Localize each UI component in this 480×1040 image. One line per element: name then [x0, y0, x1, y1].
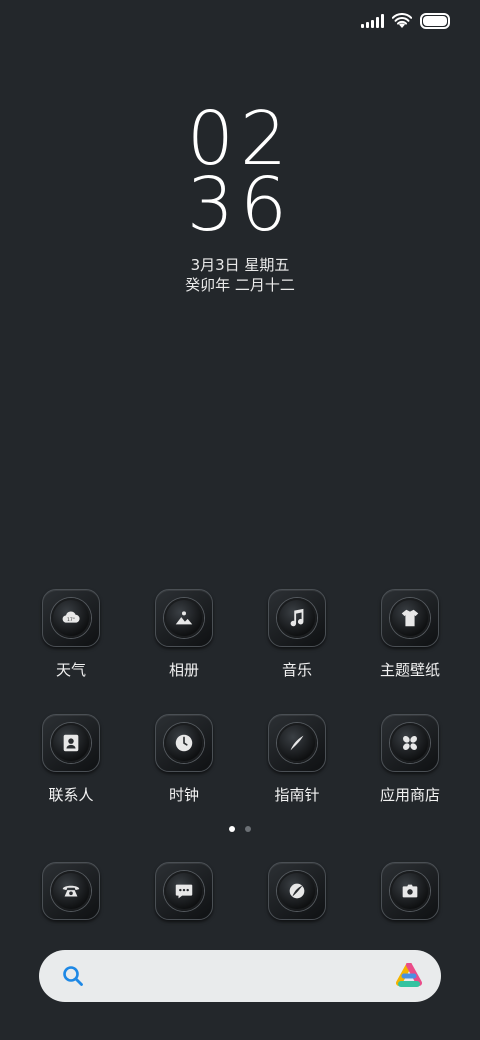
signal-icon — [361, 14, 384, 28]
page-indicator[interactable] — [0, 826, 480, 832]
app-label: 联系人 — [48, 786, 94, 804]
dock-messages[interactable] — [139, 862, 229, 920]
clock-widget[interactable]: 02 36 — [0, 102, 480, 248]
app-store-icon — [403, 736, 417, 750]
app-contacts[interactable]: 联系人 — [26, 714, 116, 805]
dock-browser[interactable] — [252, 862, 342, 920]
app-label: 音乐 — [281, 661, 312, 679]
app-label: 指南针 — [274, 786, 320, 804]
app-weather[interactable]: 17° 天气 — [26, 589, 116, 680]
app-label: 相册 — [168, 661, 199, 679]
app-label: 天气 — [55, 661, 86, 679]
dock-phone[interactable] — [26, 862, 116, 920]
camera-icon — [402, 884, 418, 898]
wifi-icon — [392, 13, 412, 28]
messages-icon — [175, 884, 193, 899]
browser-icon — [289, 883, 305, 899]
search-icon — [63, 966, 83, 986]
compass-icon — [290, 735, 304, 751]
weather-icon: 17° — [62, 611, 80, 623]
gallery-icon — [175, 611, 193, 625]
app-label: 主题壁纸 — [379, 661, 440, 679]
home-screen: 02 36 3月3日 星期五 癸卯年 二月十二 17° 天气 相册 音乐 主题壁… — [0, 0, 480, 1040]
date-lunar: 癸卯年 二月十二 — [185, 276, 295, 294]
page-dot — [245, 826, 251, 832]
page-dot-active — [229, 826, 235, 832]
status-bar — [361, 10, 450, 32]
search-bar[interactable] — [39, 950, 441, 1002]
app-themes[interactable]: 主题壁纸 — [365, 589, 455, 680]
app-music[interactable]: 音乐 — [252, 589, 342, 680]
app-clock[interactable]: 时钟 — [139, 714, 229, 805]
dock-camera[interactable] — [365, 862, 455, 920]
app-compass[interactable]: 指南针 — [252, 714, 342, 805]
battery-icon — [420, 13, 450, 29]
clock-minutes: 36 — [186, 162, 294, 248]
themes-icon — [401, 609, 419, 627]
app-label: 时钟 — [168, 786, 199, 804]
app-gallery[interactable]: 相册 — [139, 589, 229, 680]
contacts-icon — [63, 734, 79, 752]
clock-icon — [175, 734, 193, 752]
phone-icon — [62, 885, 80, 897]
music-icon — [290, 608, 304, 627]
app-label: 应用商店 — [379, 786, 440, 804]
app-store[interactable]: 应用商店 — [365, 714, 455, 805]
date-gregorian: 3月3日 星期五 — [190, 256, 290, 274]
svg-text:17°: 17° — [67, 617, 75, 623]
assistant-icon[interactable] — [395, 963, 423, 989]
